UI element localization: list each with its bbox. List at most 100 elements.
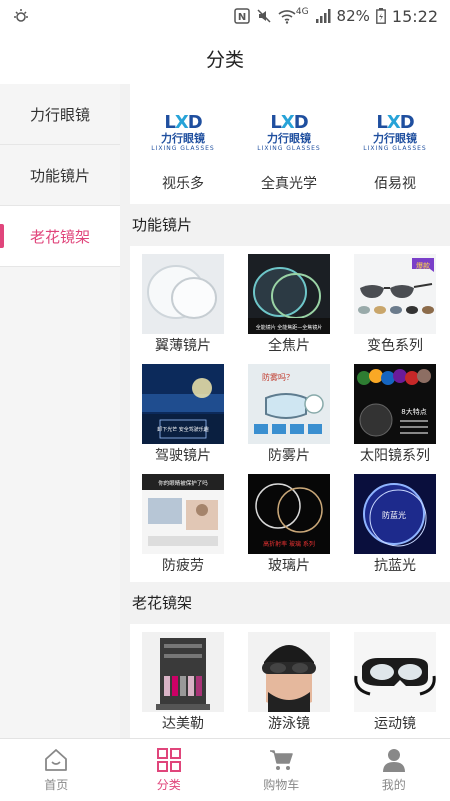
status-bar: N 4G 82% 15:22 [0, 0, 450, 32]
wifi-icon [278, 8, 296, 24]
brand-label: 全真光学 [261, 174, 317, 194]
brand-logo-en: LIXING GLASSES [151, 145, 215, 153]
product-driving-lens[interactable]: 卸下光芒 安全驾驶乐趣 驾驶镜片 [130, 356, 236, 466]
anti-fatigue-lens-image: 你的眼睛被保护了吗 [142, 474, 224, 554]
brand-logo: LXD 力行眼镜 LIXING GLASSES [248, 92, 330, 172]
page-title: 分类 [206, 45, 244, 72]
battery-icon [376, 8, 386, 24]
product-thin-lens[interactable]: 翼薄镜片 [130, 246, 236, 356]
category-content: LXD 力行眼镜 LIXING GLASSES 视乐多 LXD 力行眼镜 LIX… [120, 84, 450, 738]
category-sidebar: 力行眼镜 功能镜片 老花镜架 [0, 84, 120, 738]
product-swim-goggles[interactable]: 游泳镜 [236, 624, 342, 734]
sidebar-item-label: 力行眼镜 [30, 104, 90, 125]
brand-panel: LXD 力行眼镜 LIXING GLASSES 视乐多 LXD 力行眼镜 LIX… [130, 84, 450, 204]
progressive-lens-image: 全能镜片 全能焦距—全焦镜片 [248, 254, 330, 334]
section-title-functional: 功能镜片 [120, 204, 450, 246]
nav-category[interactable]: 分类 [113, 739, 226, 801]
section-title-reading: 老花镜架 [120, 582, 450, 624]
nav-home[interactable]: 首页 [0, 739, 113, 801]
brand-label: 视乐多 [162, 174, 204, 194]
product-photochromic[interactable]: 爆款 变色系列 [342, 246, 448, 356]
sidebar-item-lixing[interactable]: 力行眼镜 [0, 84, 120, 145]
brand-item-shileduo[interactable]: LXD 力行眼镜 LIXING GLASSES 视乐多 [130, 84, 236, 194]
brand-item-baiyishi[interactable]: LXD 力行眼镜 LIXING GLASSES 佰易视 [342, 84, 448, 194]
photochromic-sunglasses-image: 爆款 [354, 254, 436, 334]
anti-fog-lens-image: 防雾吗？ [248, 364, 330, 444]
reading-frames-panel: 达美勒 游泳镜 [130, 624, 450, 738]
blue-light-lens-image: 防蓝光 [354, 474, 436, 554]
lens-banner: 防蓝光 [382, 510, 406, 520]
home-icon [43, 747, 69, 773]
product-label: 变色系列 [367, 336, 423, 356]
sidebar-item-label: 老花镜架 [30, 226, 90, 247]
brand-logo: LXD 力行眼镜 LIXING GLASSES [142, 92, 224, 172]
lens-banner: 全能镜片 全能焦距—全焦镜片 [256, 324, 323, 331]
network-type: 4G [296, 7, 309, 17]
product-label: 防雾片 [268, 446, 310, 466]
brand-label: 佰易视 [374, 174, 416, 194]
thin-lens-image [142, 254, 224, 334]
nfc-icon: N [234, 8, 250, 24]
product-damele[interactable]: 达美勒 [130, 624, 236, 734]
product-label: 驾驶镜片 [155, 446, 211, 466]
nav-label: 分类 [157, 776, 181, 793]
nav-label: 首页 [44, 776, 68, 793]
product-sunglass-series[interactable]: 8大特点 太阳镜系列 [342, 356, 448, 466]
brand-logo-word: LXD [270, 112, 307, 133]
nav-cart[interactable]: 购物车 [225, 739, 338, 801]
grid-icon [156, 747, 182, 773]
product-progressive-lens[interactable]: 全能镜片 全能焦距—全焦镜片 全焦片 [236, 246, 342, 356]
mute-icon [256, 8, 272, 24]
lens-banner: 卸下光芒 安全驾驶乐趣 [157, 426, 209, 433]
functional-lens-panel: 翼薄镜片 全能镜片 全能焦距—全焦镜片 全焦片 [130, 246, 450, 582]
lens-banner: 你的眼睛被保护了吗 [158, 479, 208, 487]
product-label: 达美勒 [162, 714, 204, 734]
lens-banner: 8大特点 [401, 407, 426, 416]
brand-logo-cn: 力行眼镜 [161, 133, 205, 145]
nav-label: 我的 [382, 776, 406, 793]
svg-text:N: N [238, 12, 246, 23]
loader-icon [12, 7, 30, 25]
page-header: 分类 [0, 32, 450, 84]
battery-percent: 82% [337, 7, 370, 25]
lens-banner: 防雾吗？ [262, 372, 294, 382]
product-sports-goggles[interactable]: 运动镜 [342, 624, 448, 734]
sunglass-lens-image: 8大特点 [354, 364, 436, 444]
brand-logo-cn: 力行眼镜 [267, 133, 311, 145]
hot-badge: 爆款 [416, 261, 430, 270]
sidebar-item-reading-frames[interactable]: 老花镜架 [0, 206, 120, 267]
product-blue-light[interactable]: 防蓝光 抗蓝光 [342, 466, 448, 576]
sidebar-item-functional-lens[interactable]: 功能镜片 [0, 145, 120, 206]
cart-icon [268, 747, 294, 773]
sidebar-item-label: 功能镜片 [30, 165, 90, 186]
driving-lens-image: 卸下光芒 安全驾驶乐趣 [142, 364, 224, 444]
brand-logo-en: LIXING GLASSES [363, 145, 427, 153]
brand-item-quanzhen[interactable]: LXD 力行眼镜 LIXING GLASSES 全真光学 [236, 84, 342, 194]
product-label: 玻璃片 [268, 556, 310, 576]
brand-logo-cn: 力行眼镜 [373, 133, 417, 145]
brand-logo: LXD 力行眼镜 LIXING GLASSES [354, 92, 436, 172]
product-label: 太阳镜系列 [360, 446, 430, 466]
product-glass-lens[interactable]: 高折射率 玻璃 系列 玻璃片 [236, 466, 342, 576]
nav-profile[interactable]: 我的 [338, 739, 450, 801]
brand-logo-word: LXD [164, 112, 201, 133]
glass-lens-image: 高折射率 玻璃 系列 [248, 474, 330, 554]
brand-logo-en: LIXING GLASSES [257, 145, 321, 153]
product-label: 防疲劳 [162, 556, 204, 576]
signal-icon [315, 8, 331, 24]
brand-logo-word: LXD [376, 112, 413, 133]
bottom-nav: 首页 分类 购物车 我的 [0, 738, 450, 801]
product-anti-fatigue[interactable]: 你的眼睛被保护了吗 防疲劳 [130, 466, 236, 576]
product-label: 抗蓝光 [374, 556, 416, 576]
sports-goggles-image [354, 632, 436, 712]
person-icon [381, 747, 407, 773]
clock: 15:22 [392, 7, 438, 26]
product-label: 游泳镜 [268, 714, 310, 734]
product-anti-fog[interactable]: 防雾吗？ 防雾片 [236, 356, 342, 466]
swim-goggles-image [248, 632, 330, 712]
lens-banner: 高折射率 玻璃 系列 [263, 540, 315, 548]
product-label: 全焦片 [268, 336, 310, 356]
product-label: 运动镜 [374, 714, 416, 734]
product-label: 翼薄镜片 [155, 336, 211, 356]
reading-glasses-display-image [142, 632, 224, 712]
